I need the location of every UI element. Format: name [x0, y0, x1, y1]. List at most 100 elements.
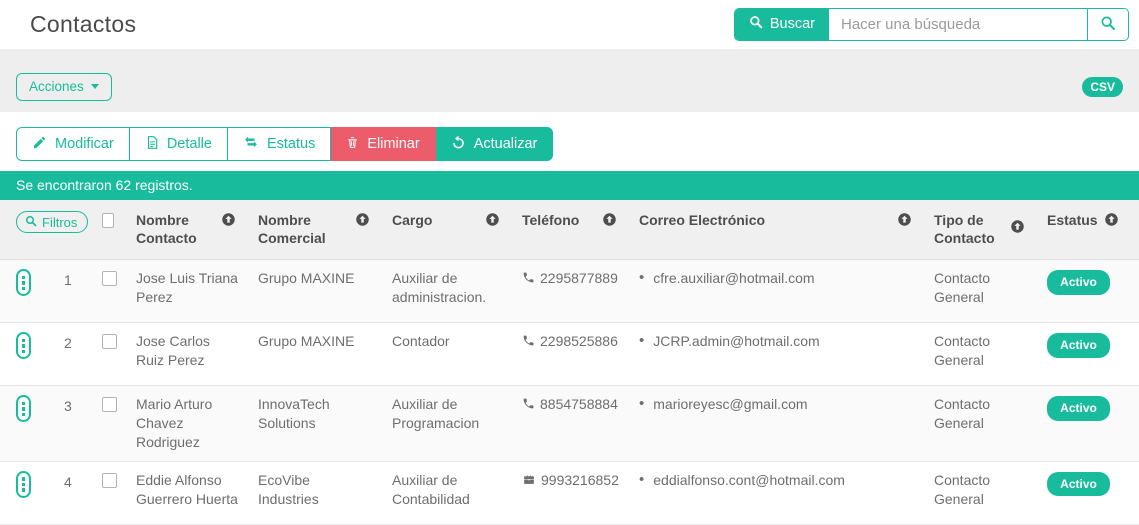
- cell-nombre-comercial: Grupo MAXINE: [258, 333, 355, 350]
- filtros-button[interactable]: Filtros: [16, 211, 89, 233]
- select-all-checkbox[interactable]: [102, 213, 114, 228]
- search-button[interactable]: Buscar: [734, 8, 829, 40]
- row-checkbox-cell: [102, 269, 136, 313]
- estatus-label: Estatus: [266, 136, 316, 152]
- acciones-dropdown-button[interactable]: Acciones: [16, 72, 112, 101]
- column-label: Teléfono: [522, 212, 580, 228]
- column-label: Correo Electrónico: [639, 212, 766, 228]
- sort-up-icon[interactable]: [485, 212, 500, 231]
- trash-icon: [346, 135, 359, 154]
- table-row: 3 Mario Arturo Chavez Rodriguez InnovaTe…: [0, 386, 1139, 463]
- row-checkbox[interactable]: [102, 397, 117, 413]
- status-badge[interactable]: Activo: [1047, 396, 1110, 421]
- cell-correo: • marioreyesc@gmail.com: [639, 395, 808, 413]
- row-number: 1: [64, 272, 72, 289]
- sort-up-icon[interactable]: [1010, 219, 1025, 238]
- column-label: Estatus: [1047, 212, 1098, 228]
- briefcase-icon: [522, 471, 536, 491]
- page-title: Contactos: [30, 10, 137, 37]
- row-drag-handle-icon[interactable]: [16, 269, 31, 297]
- cell-nombre-contacto: Eddie Alfonso Guerrero Huerta: [136, 472, 238, 507]
- search-input[interactable]: [829, 8, 1087, 40]
- csv-export-badge[interactable]: CSV: [1082, 76, 1123, 97]
- bullet-icon: •: [639, 395, 645, 413]
- row-number: 3: [64, 398, 72, 415]
- row-checkbox-cell: [102, 395, 136, 452]
- edit-icon: [32, 135, 47, 154]
- cell-nombre-comercial: Grupo MAXINE: [258, 270, 355, 287]
- sort-up-icon[interactable]: [221, 212, 236, 231]
- status-badge[interactable]: Activo: [1047, 333, 1110, 358]
- row-checkbox-cell: [102, 332, 136, 376]
- detalle-button[interactable]: Detalle: [129, 127, 228, 161]
- phone-icon: [522, 332, 535, 352]
- acciones-label: Acciones: [29, 79, 84, 94]
- chevron-down-icon: [90, 84, 99, 89]
- status-badge[interactable]: Activo: [1047, 472, 1110, 497]
- cell-cargo: Auxiliar de administracion.: [392, 270, 487, 306]
- row-drag-handle-icon[interactable]: [16, 471, 31, 499]
- cell-tipo-contacto: Contacto General: [934, 333, 991, 369]
- column-label: Nombre Contacto: [136, 212, 197, 247]
- phone-icon: [522, 395, 535, 415]
- column-label: Cargo: [392, 212, 433, 228]
- cell-tipo-contacto: Contacto General: [934, 472, 991, 507]
- actualizar-label: Actualizar: [473, 136, 538, 152]
- row-drag-handle-icon[interactable]: [16, 395, 31, 423]
- column-header-cargo[interactable]: Cargo: [392, 211, 522, 247]
- cell-cargo: Auxiliar de Contabilidad: [392, 472, 470, 507]
- column-label: Tipo de Contacto: [934, 212, 995, 247]
- sort-up-icon[interactable]: [602, 212, 617, 231]
- search-button-label: Buscar: [769, 16, 815, 32]
- table-row: 1 Jose Luis Triana Perez Grupo MAXINE Au…: [0, 260, 1139, 324]
- cell-nombre-contacto: Jose Luis Triana Perez: [136, 270, 238, 306]
- column-header-estatus[interactable]: Estatus: [1047, 211, 1139, 247]
- header-checkbox-cell: [102, 211, 136, 247]
- search-bar: Buscar: [733, 7, 1129, 41]
- cell-telefono: 2295877889: [522, 269, 639, 313]
- search-icon: [25, 215, 37, 230]
- column-header-nombre-contacto[interactable]: Nombre Contacto: [136, 211, 258, 247]
- sort-up-icon[interactable]: [897, 212, 912, 231]
- document-icon: [145, 135, 159, 154]
- estatus-button[interactable]: Estatus: [227, 127, 332, 161]
- modificar-label: Modificar: [55, 136, 114, 152]
- cell-telefono: 8854758884: [522, 395, 639, 452]
- cell-correo: • JCRP.admin@hotmail.com: [639, 332, 820, 350]
- page-header: Contactos Buscar: [0, 0, 1139, 48]
- cell-nombre-comercial: EcoVibe Industries: [258, 472, 319, 507]
- row-drag-handle-icon[interactable]: [16, 332, 31, 360]
- row-handle-cell: [16, 269, 64, 313]
- column-header-telefono[interactable]: Teléfono: [522, 211, 639, 247]
- cell-tipo-contacto: Contacto General: [934, 396, 991, 432]
- row-checkbox[interactable]: [102, 473, 117, 489]
- phone-icon: [522, 269, 535, 289]
- row-number: 2: [64, 335, 72, 352]
- cell-estatus: Activo: [1047, 269, 1139, 313]
- search-icon: [749, 15, 763, 33]
- column-header-nombre-comercial[interactable]: Nombre Comercial: [258, 211, 392, 247]
- bullet-icon: •: [639, 269, 645, 287]
- row-checkbox[interactable]: [102, 334, 117, 350]
- row-checkbox[interactable]: [102, 271, 117, 287]
- eliminar-button[interactable]: Eliminar: [331, 127, 436, 161]
- column-header-correo[interactable]: Correo Electrónico: [639, 211, 934, 247]
- row-handle-cell: [16, 332, 64, 376]
- column-label: Nombre Comercial: [258, 212, 326, 247]
- row-number: 4: [64, 474, 72, 491]
- column-header-tipo-contacto[interactable]: Tipo de Contacto: [934, 211, 1047, 247]
- cell-estatus: Activo: [1047, 332, 1139, 376]
- eliminar-label: Eliminar: [367, 136, 420, 152]
- cell-cargo: Contador: [392, 333, 450, 350]
- search-icon: [1100, 15, 1116, 34]
- table-row: 4 Eddie Alfonso Guerrero Huerta EcoVibe …: [0, 462, 1139, 525]
- actualizar-button[interactable]: Actualizar: [435, 127, 554, 161]
- cell-telefono: 2298525886: [522, 332, 639, 376]
- filtros-label: Filtros: [42, 214, 78, 230]
- sort-up-icon[interactable]: [1104, 212, 1119, 231]
- search-submit-button[interactable]: [1087, 8, 1128, 40]
- modificar-button[interactable]: Modificar: [16, 127, 130, 161]
- row-checkbox-cell: [102, 471, 136, 515]
- status-badge[interactable]: Activo: [1047, 270, 1110, 295]
- sort-up-icon[interactable]: [355, 212, 370, 231]
